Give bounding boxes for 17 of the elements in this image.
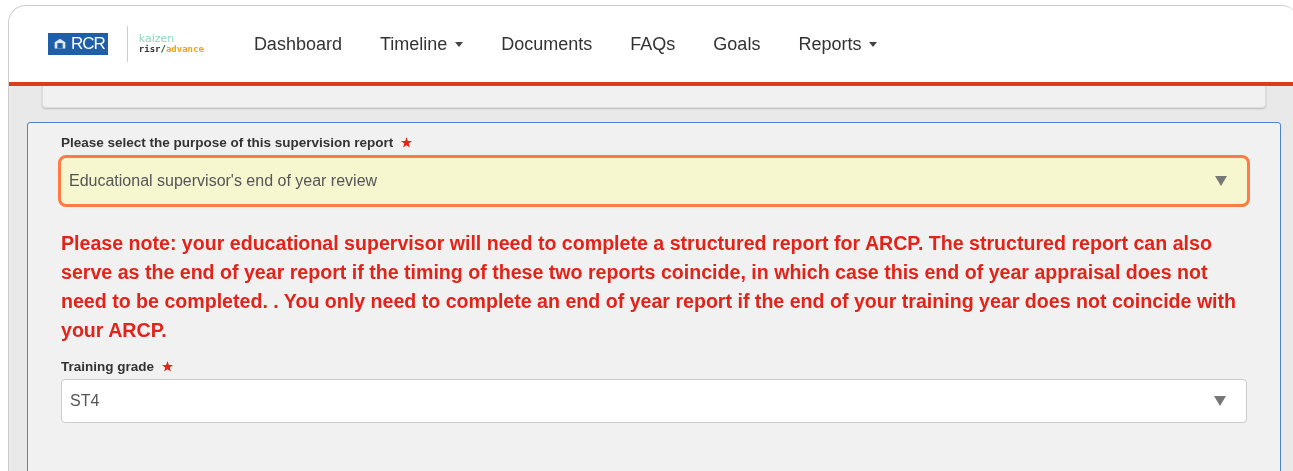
dropdown-field[interactable]: Educational supervisor's end of year review bbox=[58, 155, 1250, 207]
brand-suffix: advance bbox=[165, 44, 204, 54]
field-label: Training grade bbox=[61, 359, 155, 374]
nav-link[interactable]: Reports bbox=[798, 33, 878, 55]
nav-link[interactable]: Documents bbox=[501, 33, 593, 55]
dropdown-field[interactable]: ST4 bbox=[61, 379, 1247, 423]
dropdown-arrow-icon bbox=[1215, 176, 1227, 186]
brand-prefix: risr/ bbox=[138, 44, 166, 54]
product-name: kaizen bbox=[138, 33, 176, 44]
college-logo: RCR bbox=[48, 33, 108, 55]
field-label: Please select the purpose of this supervision report bbox=[61, 135, 394, 150]
nav-link[interactable]: FAQs bbox=[630, 33, 676, 55]
nav-link[interactable]: Timeline bbox=[379, 33, 464, 55]
nav-link[interactable]: Goals bbox=[713, 33, 761, 55]
nav-link[interactable]: Dashboard bbox=[253, 33, 342, 55]
warning-note: Please note: your educational supervisor will need to complete a structured report for ARCP. The structured report can also serve as the end of year report if the timing of these two reports coincide, in which case this end of year appraisal does not need to be completed. . You only need to complete an end of year report if the end of your training year does not coincide with your ARCP. bbox=[61, 231, 1238, 343]
dropdown-arrow-icon bbox=[1214, 396, 1226, 406]
